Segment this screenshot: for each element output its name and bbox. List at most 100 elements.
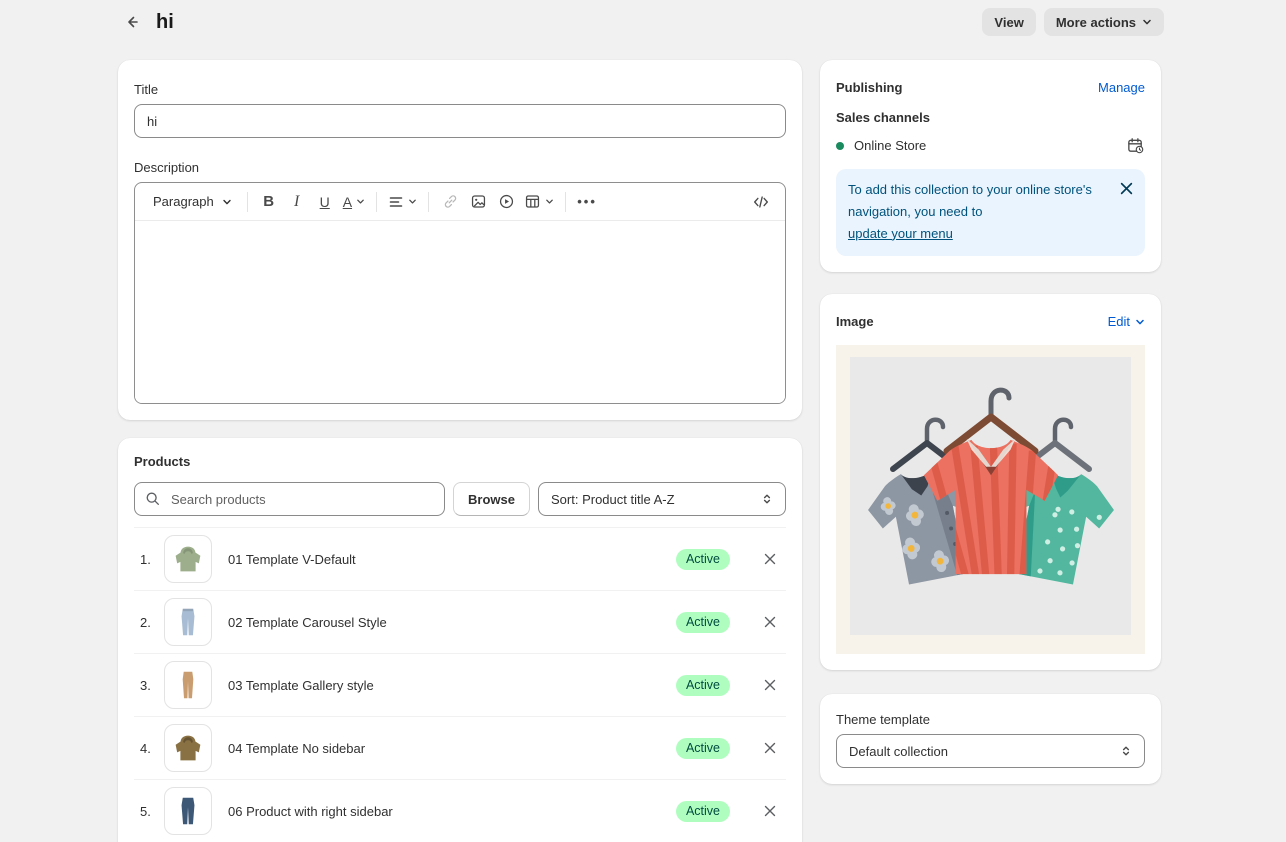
products-heading: Products	[134, 454, 786, 469]
close-icon	[764, 805, 776, 817]
chevron-down-icon	[1135, 317, 1145, 327]
status-badge: Active	[676, 738, 730, 759]
underline-button[interactable]: U	[311, 188, 339, 216]
banner-close-button[interactable]	[1116, 178, 1136, 198]
close-icon	[764, 553, 776, 565]
product-title[interactable]: 02 Template Carousel Style	[228, 615, 387, 630]
alignment-button[interactable]	[384, 188, 421, 216]
row-number: 1.	[134, 552, 164, 567]
theme-template-select[interactable]: Default collection	[836, 734, 1145, 768]
play-circle-icon	[498, 193, 515, 210]
remove-product-button[interactable]	[760, 612, 780, 632]
paragraph-style-dropdown[interactable]: Paragraph	[145, 188, 240, 216]
product-thumbnail-dark-blue-jeans	[164, 787, 212, 835]
header-actions: View More actions	[982, 8, 1164, 36]
product-row: 1. 01 Template V-Default Active	[134, 527, 786, 590]
toolbar-divider	[376, 192, 377, 212]
product-row: 2. 02 Template Carousel Style Active	[134, 590, 786, 653]
toolbar-divider	[428, 192, 429, 212]
product-title[interactable]: 06 Product with right sidebar	[228, 804, 393, 819]
view-button[interactable]: View	[982, 8, 1035, 36]
more-actions-button[interactable]: More actions	[1044, 8, 1164, 36]
search-products-input[interactable]	[169, 491, 434, 508]
back-button[interactable]	[118, 8, 146, 36]
banner-text: To add this collection to your online st…	[848, 182, 1092, 219]
insert-table-button[interactable]	[520, 188, 558, 216]
manage-publishing-link[interactable]: Manage	[1098, 80, 1145, 95]
close-icon	[1120, 182, 1133, 195]
title-label: Title	[134, 82, 786, 97]
edit-image-button[interactable]: Edit	[1108, 314, 1145, 329]
product-row: 5. 06 Product with right sidebar Active	[134, 779, 786, 842]
sales-channels-label: Sales channels	[836, 110, 1145, 125]
toolbar-divider	[247, 192, 248, 212]
select-updown-icon	[1120, 745, 1132, 757]
insert-video-button[interactable]	[492, 188, 520, 216]
browse-button[interactable]: Browse	[453, 482, 530, 516]
navigation-info-banner: To add this collection to your online st…	[836, 169, 1145, 256]
text-color-button[interactable]: A	[339, 188, 369, 216]
schedule-calendar-icon[interactable]	[1126, 136, 1145, 155]
product-thumbnail-green-hoodie	[164, 535, 212, 583]
sort-select[interactable]: Sort: Product title A-Z	[538, 482, 786, 516]
publishing-card: Publishing Manage Sales channels Online …	[820, 60, 1161, 272]
image-heading: Image	[836, 314, 874, 329]
collection-image[interactable]	[836, 345, 1145, 654]
table-icon	[524, 193, 541, 210]
publishing-heading: Publishing	[836, 80, 902, 95]
editor-toolbar: Paragraph B I U A	[135, 183, 785, 221]
row-number: 2.	[134, 615, 164, 630]
show-html-button[interactable]	[747, 188, 775, 216]
remove-product-button[interactable]	[760, 549, 780, 569]
row-number: 5.	[134, 804, 164, 819]
page-header: hi View More actions	[0, 0, 1286, 44]
remove-product-button[interactable]	[760, 675, 780, 695]
page-title: hi	[156, 11, 174, 34]
channel-active-dot	[836, 142, 844, 150]
row-number: 4.	[134, 741, 164, 756]
code-icon	[752, 193, 770, 211]
title-input[interactable]	[134, 104, 786, 138]
status-badge: Active	[676, 801, 730, 822]
chevron-down-icon	[222, 197, 232, 207]
back-arrow-icon	[123, 13, 141, 31]
select-updown-icon	[761, 493, 773, 505]
product-thumbnail-tan-pants	[164, 661, 212, 709]
product-row: 4. 04 Template No sidebar Active	[134, 716, 786, 779]
product-thumbnail-light-blue-jeans	[164, 598, 212, 646]
italic-button[interactable]: I	[283, 188, 311, 216]
toolbar-divider	[565, 192, 566, 212]
product-list: 1. 01 Template V-Default Active 2.	[134, 527, 786, 842]
channel-row: Online Store	[836, 136, 1145, 155]
search-icon	[145, 491, 161, 507]
insert-image-button[interactable]	[464, 188, 492, 216]
description-label: Description	[134, 160, 786, 175]
theme-template-card: Theme template Default collection	[820, 694, 1161, 784]
description-textarea[interactable]	[135, 221, 785, 403]
chevron-down-icon	[408, 197, 417, 206]
chevron-down-icon	[545, 197, 554, 206]
product-title[interactable]: 04 Template No sidebar	[228, 741, 365, 756]
product-search	[134, 482, 445, 516]
products-card: Products Browse Sort: Product title A-Z	[118, 438, 802, 842]
product-title[interactable]: 01 Template V-Default	[228, 552, 356, 567]
more-formatting-button[interactable]: •••	[573, 188, 601, 216]
remove-product-button[interactable]	[760, 801, 780, 821]
channel-name: Online Store	[854, 138, 926, 153]
image-icon	[470, 193, 487, 210]
details-card: Title Description Paragraph B I U	[118, 60, 802, 420]
status-badge: Active	[676, 612, 730, 633]
theme-template-label: Theme template	[836, 712, 1145, 727]
remove-product-button[interactable]	[760, 738, 780, 758]
product-title[interactable]: 03 Template Gallery style	[228, 678, 374, 693]
status-badge: Active	[676, 549, 730, 570]
insert-link-button[interactable]	[436, 188, 464, 216]
update-your-menu-link[interactable]: update your menu	[848, 223, 953, 245]
bold-button[interactable]: B	[255, 188, 283, 216]
link-icon	[442, 193, 459, 210]
close-icon	[764, 616, 776, 628]
product-thumbnail-brown-hoodie	[164, 724, 212, 772]
image-card: Image Edit	[820, 294, 1161, 670]
description-editor: Paragraph B I U A	[134, 182, 786, 404]
chevron-down-icon	[1142, 17, 1152, 27]
